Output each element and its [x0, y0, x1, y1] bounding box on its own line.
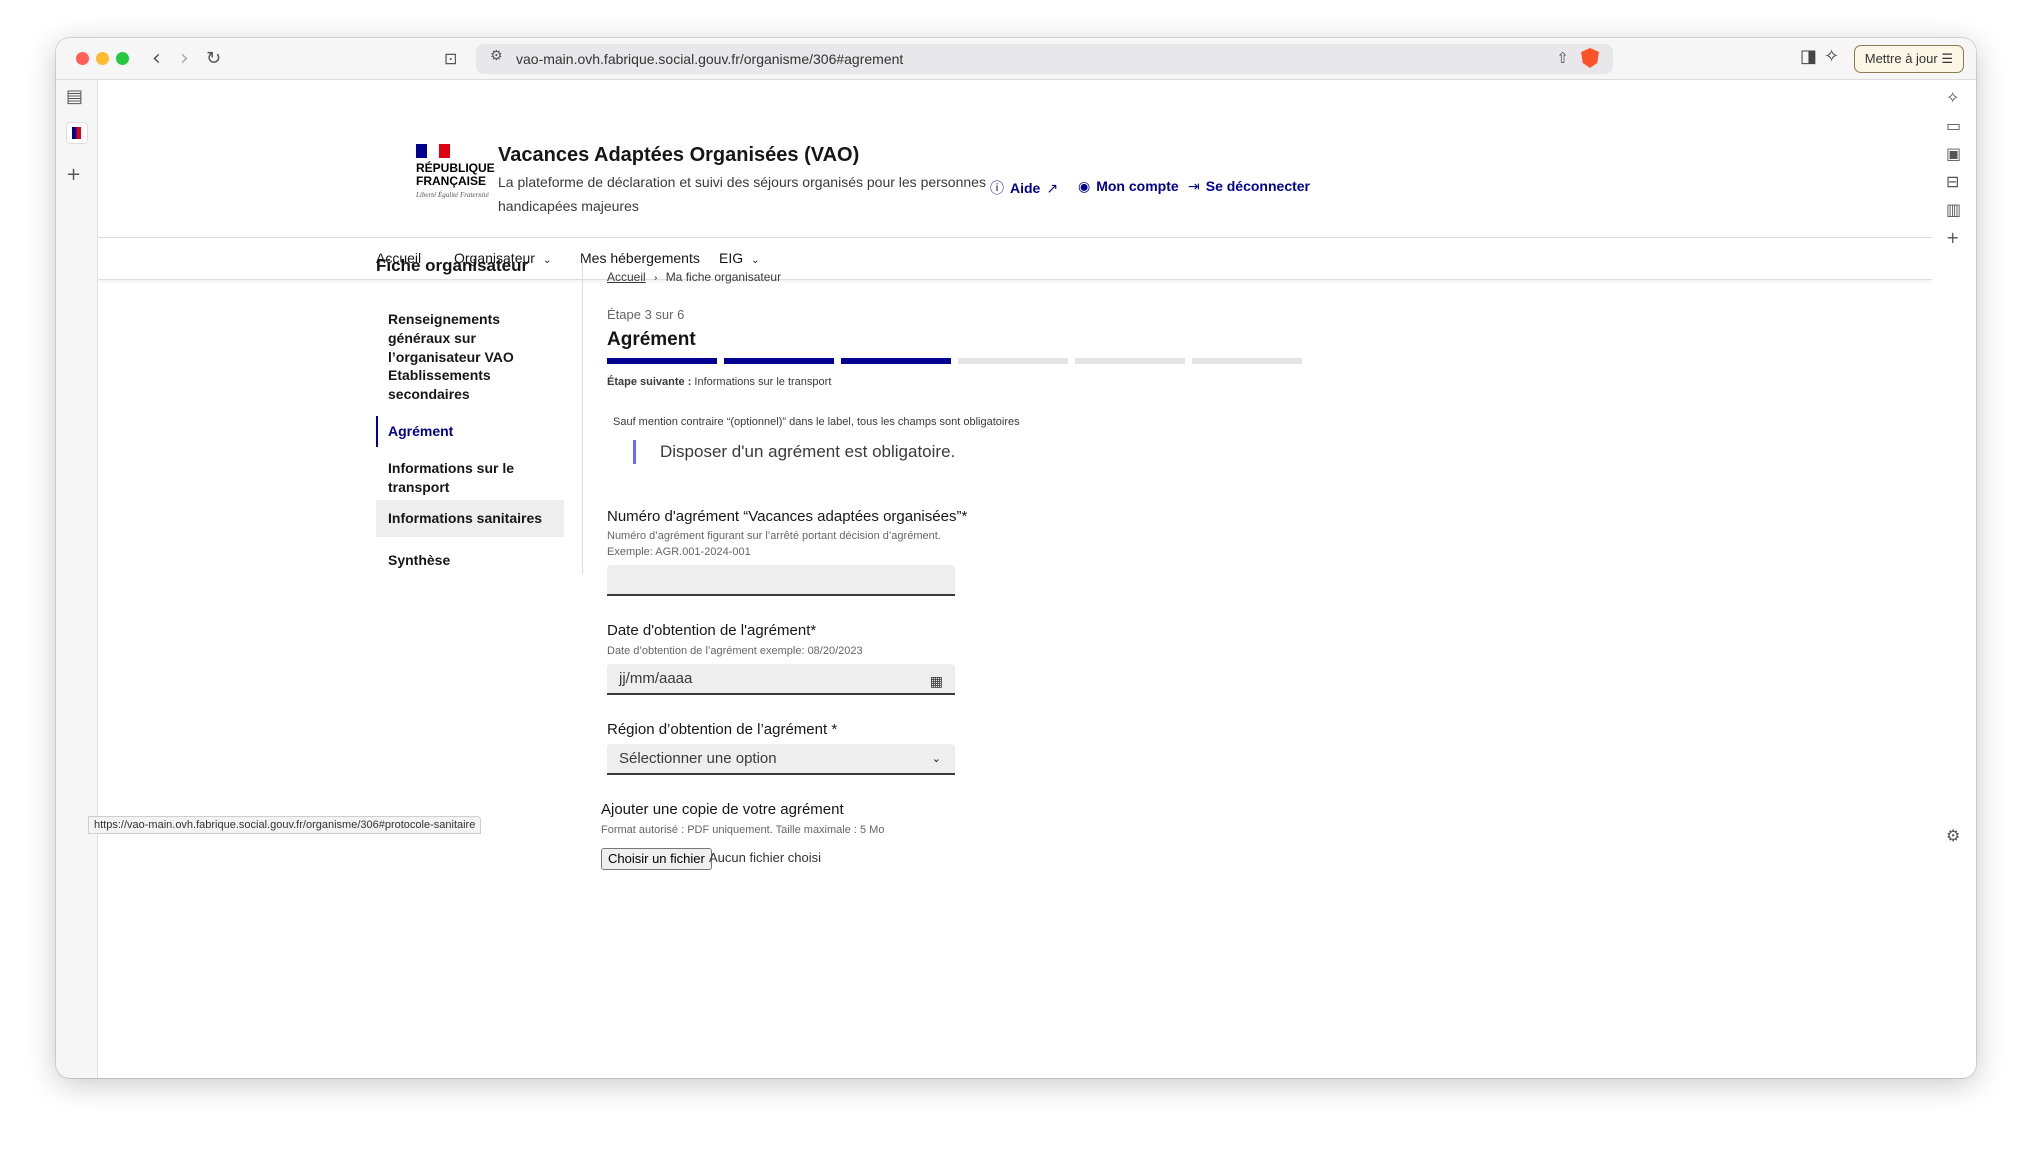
chevron-down-icon: ⌄ [751, 255, 760, 266]
logo-text: RÉPUBLIQUE FRANÇAISE [416, 161, 495, 188]
breadcrumb-home-link[interactable]: Accueil [607, 270, 646, 284]
brave-shield-icon[interactable] [1581, 48, 1599, 68]
browser-toolbar: ‹ › ↻ ⊡ ⚙ vao-main.ovh.fabrique.social.g… [56, 38, 1976, 80]
agrement-number-label: Numéro d'agrément “Vacances adaptées org… [607, 508, 968, 525]
leo-ai-icon[interactable]: ✧ [1824, 46, 1839, 67]
chevron-down-icon: ⌄ [542, 255, 552, 266]
side-item-sanitary[interactable]: Informations sanitaires [376, 500, 564, 537]
side-item-agrement[interactable]: Agrément [376, 416, 564, 447]
url-text: vao-main.ovh.fabrique.social.gouv.fr/org… [516, 51, 904, 67]
ai-chat-icon[interactable]: ✧ [1946, 88, 1959, 107]
media-icon[interactable]: ▭ [1946, 116, 1961, 135]
next-step-value: Informations sur le transport [694, 376, 832, 388]
date-placeholder: jj/mm/aaaa [619, 670, 693, 687]
right-sidebar: ✧ ▭ ▣ ⊟ ▥ + ⚙ [1932, 80, 1976, 1078]
side-menu-divider [582, 256, 583, 574]
menu-icon: ☰ [1941, 52, 1953, 67]
main-navigation: Accueil Organisateur ⌄ Mes hébergements E… [98, 238, 1932, 280]
file-upload-help: Format autorisé : PDF uniquement. Taille… [601, 824, 885, 836]
side-item-secondary-establishments[interactable]: Etablissements secondaires [376, 360, 564, 410]
agrement-number-input[interactable] [607, 565, 955, 596]
step-segment [607, 358, 717, 364]
side-menu-title: Fiche organisateur [376, 256, 529, 275]
site-settings-icon[interactable]: ⚙ [490, 48, 503, 64]
external-link-icon: ↗ [1046, 181, 1059, 197]
step-segment [841, 358, 951, 364]
chevron-right-icon: › [653, 273, 658, 284]
no-file-chosen: Aucun fichier choisi [709, 850, 821, 865]
agrement-region-label: Région d’obtention de l’agrément * [607, 721, 838, 738]
form-hint: Sauf mention contraire “(optionnel)” dan… [613, 416, 1020, 428]
back-icon[interactable]: ‹ [152, 46, 161, 72]
logout-icon: ⇥ [1188, 179, 1200, 195]
status-bar-url: https://vao-main.ovh.fabrique.social.gou… [88, 816, 482, 834]
agrement-date-label: Date d'obtention de l'agrément* [607, 622, 817, 639]
nav-eig[interactable]: EIG ⌄ [719, 250, 760, 266]
close-window-button[interactable] [76, 52, 89, 65]
zoom-window-button[interactable] [116, 52, 129, 65]
new-tab-icon[interactable]: + [66, 164, 81, 185]
agrement-region-select[interactable]: Sélectionner une option ⌄ [607, 744, 955, 775]
sidebar-panel-icon[interactable]: ▤ [66, 86, 83, 107]
address-bar[interactable]: ⚙ vao-main.ovh.fabrique.social.gouv.fr/o… [476, 44, 1613, 74]
sidebar-toggle-icon[interactable]: ◨ [1800, 46, 1817, 67]
page-content: RÉPUBLIQUE FRANÇAISE Liberté Égalité Fra… [98, 80, 1932, 1078]
nav-housing[interactable]: Mes hébergements [580, 250, 700, 266]
region-selected-value: Sélectionner une option [619, 750, 777, 767]
share-icon[interactable]: ⇧ [1556, 49, 1569, 67]
help-link-label: Aide [1010, 180, 1041, 196]
next-step-label: Étape suivante : [607, 376, 692, 388]
help-link[interactable]: ⓘ Aide ↗ [990, 178, 1064, 198]
logout-link[interactable]: ⇥ Se déconnecter [1188, 178, 1310, 195]
agrement-number-help-line: Numéro d’agrément figurant sur l’arrêté … [607, 530, 941, 542]
side-item-synthesis[interactable]: Synthèse [376, 545, 564, 576]
stepper-next-step: Étape suivante : Informations sur le tra… [607, 376, 831, 388]
minimize-window-button[interactable] [96, 52, 109, 65]
republique-francaise-logo[interactable]: RÉPUBLIQUE FRANÇAISE Liberté Égalité Fra… [416, 144, 496, 199]
vertical-tab-bar: ▤ + [56, 80, 98, 1078]
site-title[interactable]: Vacances Adaptées Organisées (VAO) [498, 144, 859, 167]
stepper-title: Agrément [607, 329, 696, 350]
stepper-progress [607, 358, 1303, 364]
reload-icon[interactable]: ↻ [206, 46, 221, 72]
wallet-icon[interactable]: ▣ [1946, 144, 1961, 163]
logout-link-label: Se déconnecter [1205, 178, 1310, 194]
account-link-label: Mon compte [1096, 178, 1179, 194]
flag-icon [416, 144, 450, 158]
step-segment [958, 358, 1068, 364]
bookmarks-icon[interactable]: ⊟ [1946, 172, 1959, 191]
site-subtitle: La plateforme de déclaration et suivi de… [498, 174, 986, 214]
breadcrumb-current: Ma fiche organisateur [665, 270, 782, 284]
stepper-state: Étape 3 sur 6 [607, 307, 685, 322]
calendar-icon[interactable]: ▦ [930, 668, 943, 697]
nav-eig-label: EIG [719, 250, 744, 266]
settings-gear-icon[interactable]: ⚙ [1946, 826, 1960, 845]
account-link[interactable]: ◉ Mon compte [1078, 178, 1179, 195]
step-segment [724, 358, 834, 364]
file-upload-label: Ajouter une copie de votre agrément [601, 801, 844, 818]
agrement-number-example: Exemple: AGR.001-2024-001 [607, 546, 751, 558]
breadcrumb: Accueil › Ma fiche organisateur [607, 270, 781, 284]
forward-icon[interactable]: › [180, 46, 189, 72]
agrement-date-help: Date d’obtention de l’agrément exemple: … [607, 645, 863, 657]
update-button-label: Mettre à jour [1864, 51, 1938, 66]
user-icon: ◉ [1078, 179, 1091, 195]
chevron-down-icon: ⌄ [931, 752, 941, 765]
question-icon: ⓘ [990, 181, 1004, 197]
tab-favicon-icon[interactable] [66, 122, 88, 144]
choose-file-button[interactable]: Choisir un fichier [601, 848, 712, 870]
step-segment [1075, 358, 1185, 364]
update-button[interactable]: Mettre à jour ☰ [1853, 45, 1964, 73]
agrement-number-help: Numéro d’agrément figurant sur l’arrêté … [607, 528, 941, 560]
bookmark-icon[interactable]: ⊡ [444, 46, 457, 72]
logo-motto: Liberté Égalité Fraternité [416, 191, 489, 199]
reading-list-icon[interactable]: ▥ [1946, 200, 1961, 219]
add-panel-icon[interactable]: + [1946, 228, 1959, 247]
step-segment [1192, 358, 1302, 364]
mandatory-callout: Disposer d'un agrément est obligatoire. [633, 440, 955, 464]
browser-window: ‹ › ↻ ⊡ ⚙ vao-main.ovh.fabrique.social.g… [56, 38, 1976, 1078]
agrement-date-input[interactable]: jj/mm/aaaa ▦ [607, 664, 955, 695]
side-item-transport[interactable]: Informations sur le transport [376, 453, 564, 503]
